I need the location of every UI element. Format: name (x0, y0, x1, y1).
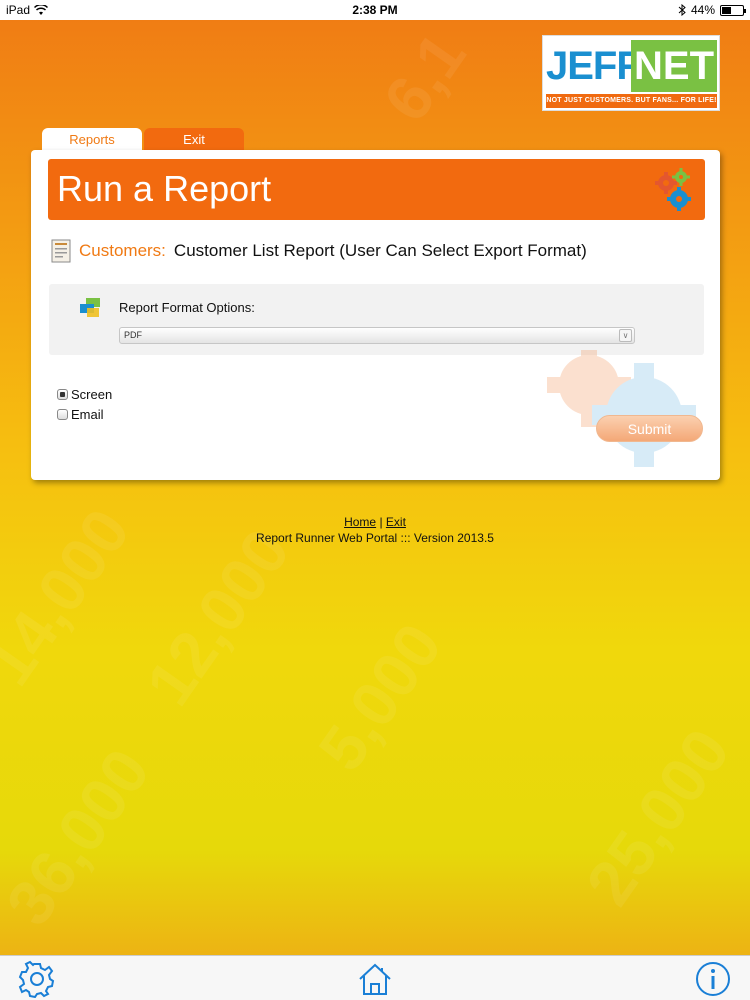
gears-icon (655, 168, 691, 211)
format-options-label: Report Format Options: (119, 300, 255, 315)
footer-links: Home | Exit (0, 515, 750, 529)
format-options-box: Report Format Options: PDF ∨ (49, 284, 704, 355)
output-screen-option[interactable]: Screen (57, 385, 112, 403)
email-radio[interactable] (57, 408, 68, 420)
report-category: Customers: (79, 241, 166, 260)
chevron-down-icon: ∨ (619, 329, 632, 342)
report-document-icon (51, 239, 71, 263)
bottom-toolbar (0, 955, 750, 1000)
format-select[interactable]: PDF ∨ (119, 327, 635, 344)
version-text: Report Runner Web Portal ::: Version 201… (256, 531, 494, 545)
info-icon[interactable] (694, 960, 732, 998)
battery-icon (720, 4, 746, 16)
gear-icon[interactable] (18, 960, 56, 998)
report-panel: Run a Report Customers: Customer List Re… (31, 150, 720, 480)
logo-jeff-text: JEFF (546, 44, 641, 88)
output-email-option[interactable]: Email (57, 405, 104, 423)
status-bar: iPad 2:38 PM 44% (0, 0, 750, 20)
report-name: Customer List Report (User Can Select Ex… (173, 241, 587, 260)
home-link[interactable]: Home (344, 515, 376, 529)
email-label: Email (71, 406, 104, 422)
jeffnet-logo: JEFF NET NOT JUST CUSTOMERS. BUT FANS...… (542, 35, 720, 111)
tab-reports[interactable]: Reports (42, 128, 142, 152)
tab-exit[interactable]: Exit (144, 128, 244, 152)
logo-tagline: NOT JUST CUSTOMERS. BUT FANS... FOR LIFE… (546, 94, 717, 108)
report-description: Customers: Customer List Report (User Ca… (51, 238, 587, 264)
battery-level (722, 6, 731, 14)
format-select-value: PDF (124, 330, 142, 340)
screen-label: Screen (71, 386, 113, 402)
status-right: 44% (678, 3, 746, 17)
format-options-icon (80, 298, 100, 317)
status-time: 2:38 PM (352, 3, 398, 17)
battery-percent: 44% (690, 3, 715, 17)
submit-button[interactable]: Submit (596, 415, 703, 442)
exit-link[interactable]: Exit (386, 515, 406, 529)
home-icon[interactable] (356, 960, 394, 998)
screen-radio[interactable] (57, 388, 68, 400)
panel-header: Run a Report (48, 159, 705, 220)
logo-net-text: NET (631, 40, 717, 92)
footer-separator: | (379, 515, 383, 529)
page-title: Run a Report (57, 168, 272, 209)
bluetooth-icon (678, 4, 686, 16)
